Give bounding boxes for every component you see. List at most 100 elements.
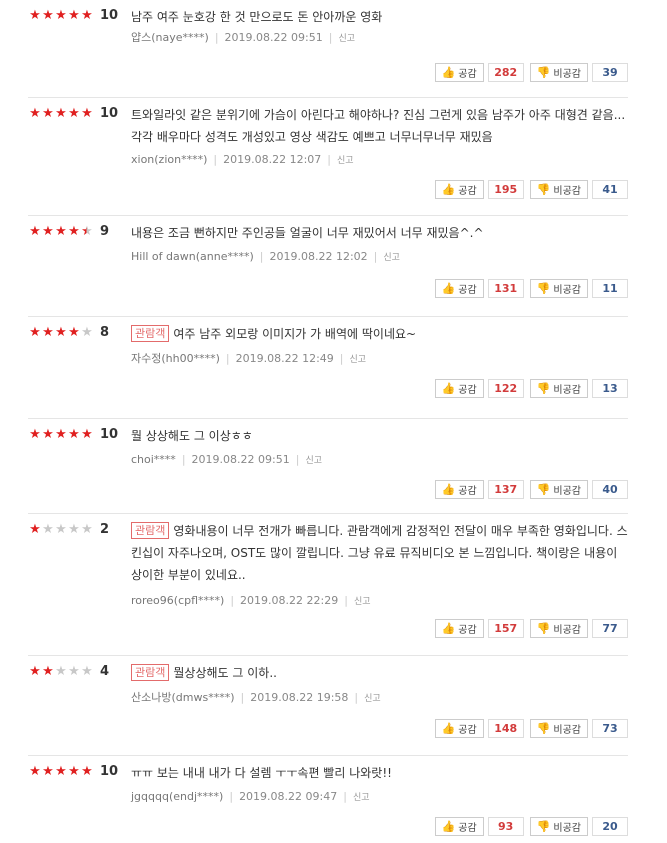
report-link[interactable]: 신고 xyxy=(305,456,322,466)
like-button[interactable]: 👍 공감 xyxy=(434,719,484,738)
review-item: ★ ★ ★ ★ ★ 10 남주 여주 눈호강 한 것 만으로도 돈 안아까운 영화 얍스(na… xyxy=(28,0,628,98)
like-button[interactable]: 👍 공감 xyxy=(434,279,484,298)
star-icon: ★ xyxy=(81,522,93,537)
thumbs-up-icon: 👍 xyxy=(441,622,456,635)
review-meta: 산소나방(dmws****) | 2019.08.22 19:58 | 신고 xyxy=(131,691,381,706)
star-icon: ★ xyxy=(42,8,54,23)
star-icon: ★ xyxy=(68,8,80,23)
review-text: 관람객 여주 남주 외모랑 이미지가 가 배역에 딱이네요~ xyxy=(131,323,628,345)
dislike-label: 비공감 xyxy=(553,385,581,396)
star-icon: ★ xyxy=(29,522,41,537)
review-date: 2019.08.22 22:29 xyxy=(240,594,339,607)
report-link[interactable]: 신고 xyxy=(364,694,381,704)
divider: | xyxy=(181,453,186,466)
author-name[interactable]: xion(zion****) xyxy=(131,153,207,166)
dislike-button[interactable]: 👎 비공감 xyxy=(529,817,588,836)
star-icon: ★ xyxy=(81,8,93,23)
review-text: 남주 여주 눈호강 한 것 만으로도 돈 안아까운 영화 xyxy=(131,6,628,28)
author-name[interactable]: Hill of dawn(anne****) xyxy=(131,250,254,263)
star-icon: ★ xyxy=(55,764,67,779)
thumbs-up-icon: 👍 xyxy=(441,820,456,833)
star-icon: ★ xyxy=(68,224,80,239)
thumbs-down-icon: 👎 xyxy=(536,66,551,79)
author-name[interactable]: 산소나방(dmws****) xyxy=(131,691,235,704)
dislike-count: 73 xyxy=(592,719,628,738)
rating-score: 9 xyxy=(100,224,110,239)
review-meta: Hill of dawn(anne****) | 2019.08.22 12:02 |… xyxy=(131,250,400,265)
like-button[interactable]: 👍 공감 xyxy=(434,180,484,199)
rating-score: 4 xyxy=(100,664,110,679)
dislike-button[interactable]: 👎 비공감 xyxy=(529,379,588,398)
author-name[interactable]: roreo96(cpfl****) xyxy=(131,594,224,607)
review-content: 트와일라잇 같은 분위기에 가슴이 아린다고 해야하나? 진심 그런게 있음 남… xyxy=(131,108,626,144)
review-item: ★ ★ ★ ★ ★ 4 관람객 뭘상상해도 그 이하.. 산소나방(dmws****) | 2019… xyxy=(28,656,628,756)
author-name[interactable]: 얍스(naye****) xyxy=(131,31,209,44)
divider: | xyxy=(230,594,235,607)
like-button[interactable]: 👍 공감 xyxy=(434,480,484,499)
report-link[interactable]: 신고 xyxy=(383,253,400,263)
rating-score: 10 xyxy=(100,8,119,23)
report-link[interactable]: 신고 xyxy=(354,597,371,607)
dislike-button[interactable]: 👎 비공감 xyxy=(529,63,588,82)
like-button[interactable]: 👍 공감 xyxy=(434,379,484,398)
thumbs-down-icon: 👎 xyxy=(536,622,551,635)
dislike-button[interactable]: 👎 비공감 xyxy=(529,279,588,298)
dislike-label: 비공감 xyxy=(553,823,581,834)
vote-actions: 👍 공감 148 👎 비공감 73 xyxy=(434,719,628,738)
like-button[interactable]: 👍 공감 xyxy=(434,817,484,836)
star-icon: ★ xyxy=(42,664,54,679)
star-icon: ★ xyxy=(55,8,67,23)
vote-actions: 👍 공감 282 👎 비공감 39 xyxy=(434,63,628,82)
report-link[interactable]: 신고 xyxy=(353,793,370,803)
like-count: 195 xyxy=(487,180,524,199)
review-text: 관람객 영화내용이 너무 전개가 빠릅니다. 관람객에게 감정적인 전달이 매우 … xyxy=(131,520,628,586)
divider: | xyxy=(339,352,344,365)
star-icon: ★ xyxy=(68,106,80,121)
audience-badge: 관람객 xyxy=(131,522,170,539)
dislike-count: 77 xyxy=(592,619,628,638)
review-content: 영화내용이 너무 전개가 빠릅니다. 관람객에게 감정적인 전달이 매우 부족한… xyxy=(131,524,628,582)
star-icon: ★ xyxy=(42,325,54,340)
like-label: 공감 xyxy=(458,385,477,396)
like-button[interactable]: 👍 공감 xyxy=(434,619,484,638)
report-link[interactable]: 신고 xyxy=(337,156,354,166)
star-rating: ★ ★ ★ ★ ★ xyxy=(28,224,93,240)
dislike-count: 13 xyxy=(592,379,628,398)
star-icon: ★ xyxy=(81,106,93,121)
thumbs-down-icon: 👎 xyxy=(536,820,551,833)
thumbs-down-icon: 👎 xyxy=(536,282,551,295)
report-link[interactable]: 신고 xyxy=(350,355,367,365)
star-icon: ★ xyxy=(55,224,67,239)
author-name[interactable]: choi**** xyxy=(131,453,176,466)
review-text: 관람객 뭘상상해도 그 이하.. xyxy=(131,662,628,684)
dislike-button[interactable]: 👎 비공감 xyxy=(529,480,588,499)
like-count: 282 xyxy=(487,63,524,82)
review-content: 남주 여주 눈호강 한 것 만으로도 돈 안아까운 영화 xyxy=(131,10,383,24)
review-content: 여주 남주 외모랑 이미지가 가 배역에 딱이네요~ xyxy=(173,327,417,341)
dislike-label: 비공감 xyxy=(553,725,581,736)
divider: | xyxy=(225,352,230,365)
report-link[interactable]: 신고 xyxy=(338,34,355,44)
author-name[interactable]: 자수정(hh00****) xyxy=(131,352,220,365)
star-icon: ★ xyxy=(29,764,41,779)
dislike-count: 40 xyxy=(592,480,628,499)
like-button[interactable]: 👍 공감 xyxy=(434,63,484,82)
vote-actions: 👍 공감 195 👎 비공감 41 xyxy=(434,180,628,199)
like-label: 공감 xyxy=(458,725,477,736)
rating-score: 2 xyxy=(100,522,110,537)
dislike-count: 11 xyxy=(592,279,628,298)
vote-actions: 👍 공감 122 👎 비공감 13 xyxy=(434,379,628,398)
dislike-button[interactable]: 👎 비공감 xyxy=(529,719,588,738)
like-label: 공감 xyxy=(458,625,477,636)
star-icon: ★ xyxy=(29,325,41,340)
star-icon: ★ xyxy=(81,664,93,679)
author-name[interactable]: jgqqqq(endj****) xyxy=(131,790,223,803)
divider: | xyxy=(214,31,219,44)
star-icon: ★ xyxy=(81,764,93,779)
dislike-button[interactable]: 👎 비공감 xyxy=(529,180,588,199)
like-count: 148 xyxy=(487,719,524,738)
dislike-button[interactable]: 👎 비공감 xyxy=(529,619,588,638)
star-icon: ★ xyxy=(42,427,54,442)
review-date: 2019.08.22 12:07 xyxy=(223,153,322,166)
star-rating: ★ ★ ★ ★ ★ xyxy=(28,325,93,341)
